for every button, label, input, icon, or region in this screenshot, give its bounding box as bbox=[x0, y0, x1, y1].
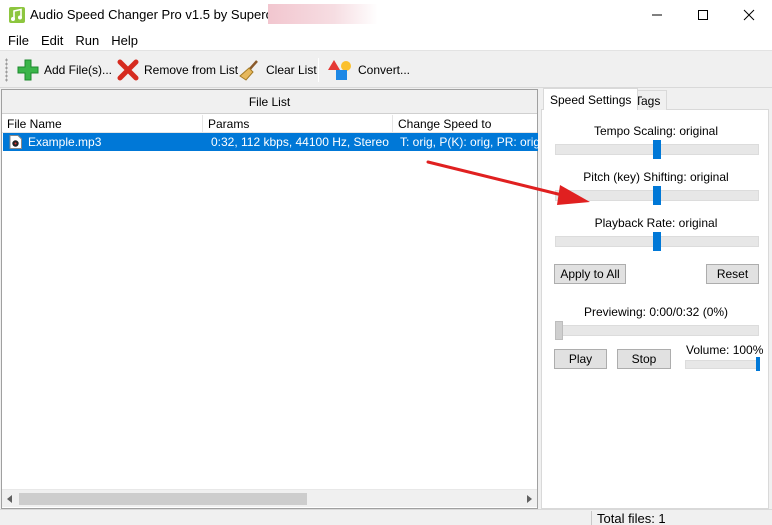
convert-label: Convert... bbox=[358, 63, 411, 77]
status-separator bbox=[591, 511, 592, 525]
file-list-header: File Name Params Change Speed to bbox=[2, 115, 537, 133]
cell-params: 0:32, 112 kbps, 44100 Hz, Stereo bbox=[211, 135, 389, 149]
remove-from-list-button[interactable]: Remove from List bbox=[113, 56, 241, 84]
audio-file-icon bbox=[9, 135, 22, 149]
volume-slider-thumb[interactable] bbox=[756, 357, 760, 371]
pitch-shifting-label: Pitch (key) Shifting: original bbox=[583, 170, 729, 184]
tempo-slider-thumb[interactable] bbox=[653, 140, 661, 159]
broom-icon bbox=[239, 60, 258, 81]
remove-from-list-label: Remove from List bbox=[144, 63, 239, 77]
table-row[interactable]: Example.mp3 0:32, 112 kbps, 44100 Hz, St… bbox=[3, 133, 541, 151]
scrollbar-thumb[interactable] bbox=[19, 493, 307, 505]
file-list-caption: File List bbox=[2, 90, 537, 114]
preview-slider[interactable] bbox=[555, 325, 759, 336]
toolbar-separator bbox=[318, 58, 319, 82]
column-header-params[interactable]: Params bbox=[203, 115, 393, 133]
menu-run[interactable]: Run bbox=[69, 33, 105, 48]
app-logo-icon bbox=[8, 6, 26, 24]
toolbar-grip[interactable] bbox=[5, 58, 8, 82]
total-files-status: Total files: 1 bbox=[597, 511, 666, 525]
minimize-button[interactable] bbox=[634, 0, 680, 30]
pitch-slider-thumb[interactable] bbox=[653, 186, 661, 205]
menu-help[interactable]: Help bbox=[105, 33, 144, 48]
menu-edit[interactable]: Edit bbox=[35, 33, 69, 48]
volume-label: Volume: 100% bbox=[686, 343, 764, 357]
remove-x-icon bbox=[117, 59, 139, 81]
add-files-label: Add File(s)... bbox=[44, 63, 113, 77]
tab-speed-settings[interactable]: Speed Settings bbox=[543, 88, 639, 110]
menu-bar: File Edit Run Help bbox=[0, 30, 772, 51]
volume-slider[interactable] bbox=[685, 360, 760, 369]
clear-list-button[interactable]: Clear List bbox=[235, 56, 320, 84]
clear-list-label: Clear List bbox=[266, 63, 317, 77]
close-icon bbox=[743, 9, 755, 21]
stop-button[interactable]: Stop bbox=[617, 349, 671, 369]
add-files-button[interactable]: Add File(s)... bbox=[13, 56, 115, 84]
plus-icon bbox=[17, 59, 39, 81]
close-button[interactable] bbox=[726, 0, 772, 30]
maximize-icon bbox=[698, 10, 708, 20]
playback-rate-slider-thumb[interactable] bbox=[653, 232, 661, 251]
window-title: Audio Speed Changer Pro v1.5 by Supero bbox=[30, 7, 273, 22]
maximize-button[interactable] bbox=[680, 0, 726, 30]
play-button[interactable]: Play bbox=[554, 349, 607, 369]
convert-shapes-icon bbox=[328, 60, 351, 80]
file-list-pane[interactable] bbox=[1, 89, 538, 509]
column-header-file-name[interactable]: File Name bbox=[2, 115, 203, 133]
preview-slider-thumb[interactable] bbox=[555, 321, 563, 340]
playback-rate-label: Playback Rate: original bbox=[594, 216, 718, 230]
convert-button[interactable]: Convert... bbox=[325, 56, 413, 84]
column-header-change-speed[interactable]: Change Speed to bbox=[393, 115, 537, 133]
title-redaction bbox=[268, 4, 378, 24]
apply-to-all-button[interactable]: Apply to All bbox=[554, 264, 626, 284]
tempo-scaling-label: Tempo Scaling: original bbox=[593, 124, 719, 138]
cell-change-speed: T: orig, P(K): orig, PR: orig bbox=[400, 135, 541, 149]
cell-file-name: Example.mp3 bbox=[28, 135, 102, 149]
minimize-icon bbox=[652, 14, 662, 16]
previewing-label: Previewing: 0:00/0:32 (0%) bbox=[583, 305, 729, 319]
reset-button[interactable]: Reset bbox=[706, 264, 759, 284]
scroll-right-icon[interactable] bbox=[525, 495, 533, 503]
scroll-left-icon[interactable] bbox=[6, 495, 14, 503]
menu-file[interactable]: File bbox=[2, 33, 35, 48]
horizontal-scrollbar[interactable] bbox=[2, 489, 537, 507]
